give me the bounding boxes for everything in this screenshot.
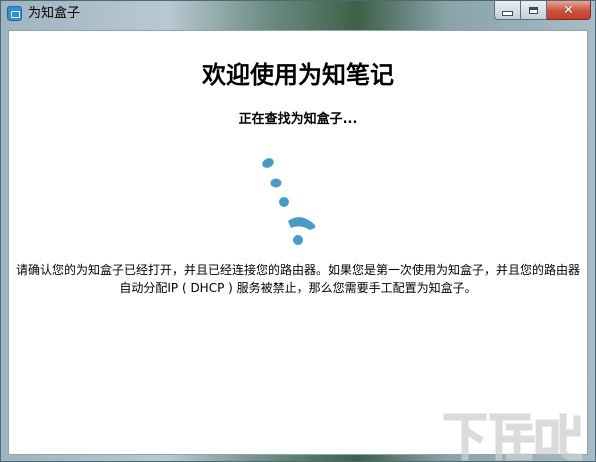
instruction-line-2: 自动分配IP ( DHCP ) 服务被禁止，那么您需要手工配置为知盒子。 <box>119 281 477 295</box>
search-status: 正在查找为知盒子... <box>238 112 358 127</box>
window-title: 为知盒子 <box>28 6 81 21</box>
close-icon: ✕ <box>563 2 574 18</box>
instruction-line-1: 请确认您的为知盒子已经打开，并且已经连接您的路由器。如果您是第一次使用为知盒子，… <box>15 263 580 277</box>
spinner-dot-4 <box>293 235 303 245</box>
loading-spinner-icon <box>262 158 315 245</box>
spinner-dot-3 <box>279 197 289 207</box>
instruction-message: 请确认您的为知盒子已经打开，并且已经连接您的路由器。如果您是第一次使用为知盒子，… <box>9 261 587 297</box>
app-window: 为知盒子 ✕ 欢迎使用为知笔记 正在查找为知盒子... 请确认您的为知盒子已经打… <box>0 0 596 462</box>
window-controls: ✕ <box>494 1 591 20</box>
minimize-icon <box>502 10 513 16</box>
spinner-dot-2 <box>270 178 282 188</box>
main-panel: 欢迎使用为知笔记 正在查找为知盒子... 请确认您的为知盒子已经打开，并且已经连… <box>8 30 588 455</box>
app-box-icon <box>7 6 22 21</box>
watermark-logo <box>443 413 583 461</box>
spinner-dot-1 <box>262 158 274 168</box>
title-bar[interactable]: 为知盒子 ✕ <box>1 1 595 27</box>
maximize-button[interactable] <box>521 1 547 20</box>
maximize-icon <box>529 6 538 14</box>
spinner-arc <box>288 217 315 230</box>
welcome-heading: 欢迎使用为知笔记 <box>202 61 394 89</box>
close-button[interactable]: ✕ <box>547 1 591 20</box>
minimize-button[interactable] <box>494 1 521 20</box>
